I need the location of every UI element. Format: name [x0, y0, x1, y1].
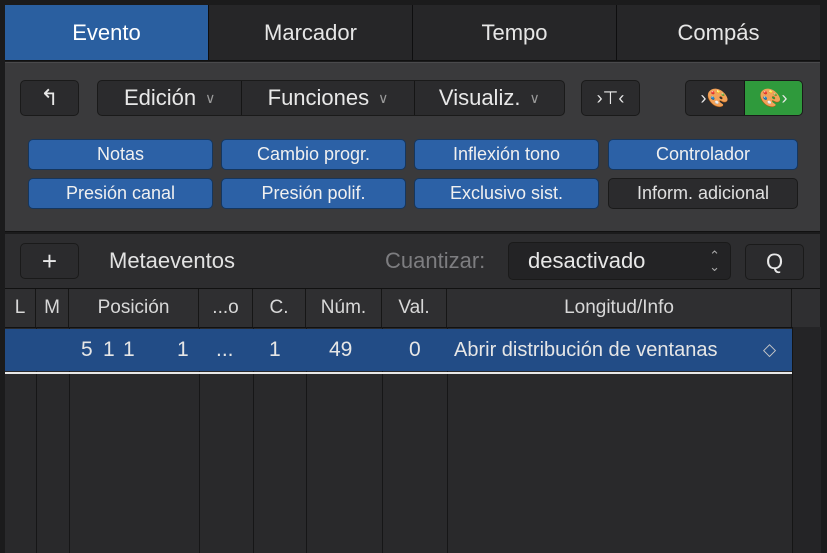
add-event-button[interactable]: + — [20, 243, 79, 279]
menu-funciones-label: Funciones — [267, 85, 370, 110]
filter-exclusivo-sist[interactable]: Exclusivo sist. — [414, 178, 599, 209]
column-header-numero[interactable]: Núm. — [306, 289, 382, 327]
palette-toggle-group: ›🎨 🎨› — [685, 80, 803, 116]
filter-presion-canal[interactable]: Presión canal — [28, 178, 213, 209]
vertical-scrollbar[interactable] — [792, 327, 821, 553]
column-header-posicion[interactable]: Posición — [69, 289, 199, 327]
quantize-label: Cuantizar: — [385, 248, 486, 273]
number-cell[interactable]: 49 — [329, 329, 352, 371]
plus-icon: + — [41, 245, 58, 276]
tab-evento[interactable]: Evento — [5, 5, 208, 60]
up-arrow-icon: ↰ — [40, 85, 59, 110]
tab-bar: Evento Marcador Tempo Compás — [5, 5, 820, 61]
palette-left-button[interactable]: ›🎨 — [686, 81, 744, 115]
column-header-o[interactable]: ...o — [199, 289, 253, 327]
q-button-label: Q — [765, 249, 784, 274]
info-select-icon[interactable]: ◇ — [763, 329, 776, 371]
chevron-down-icon: ∨ — [529, 89, 540, 106]
table-header: L M Posición ...o C. Núm. Val. Longitud/… — [5, 289, 820, 328]
filter-inflexion-tono[interactable]: Inflexión tono — [414, 139, 599, 170]
column-header-canal[interactable]: C. — [253, 289, 306, 327]
event-list-window: Evento Marcador Tempo Compás ↰ Edición ∨… — [0, 0, 827, 553]
quantize-value: desactivado — [528, 248, 646, 273]
menu-edicion-label: Edición — [123, 85, 197, 110]
filter-inform-adicional[interactable]: Inform. adicional — [608, 178, 798, 209]
menu-bar: Edición ∨ Funciones ∨ Visualiz. ∨ — [97, 80, 565, 116]
position-tick[interactable]: 1 — [177, 329, 189, 371]
tab-compas[interactable]: Compás — [616, 5, 820, 60]
meta-events-label: Metaeventos — [109, 248, 235, 273]
value-cell[interactable]: 0 — [409, 329, 421, 371]
filter-controlador[interactable]: Controlador — [608, 139, 798, 170]
position-division[interactable]: 1 — [123, 329, 135, 371]
quantize-q-button[interactable]: Q — [745, 244, 804, 280]
toolbar-panel: ↰ Edición ∨ Funciones ∨ Visualiz. ∨ ›⊤‹ … — [5, 62, 820, 232]
menu-edicion[interactable]: Edición ∨ — [98, 81, 241, 115]
menu-visualiz-label: Visualiz. — [438, 85, 521, 110]
hierarchy-up-button[interactable]: ↰ — [20, 80, 79, 116]
column-header-m[interactable]: M — [36, 289, 69, 327]
palette-icon: ›🎨 — [700, 87, 729, 108]
quantize-select[interactable]: desactivado ⌃ ⌄ — [508, 242, 731, 280]
palette-right-button[interactable]: 🎨› — [743, 81, 802, 115]
column-header-longitud-info[interactable]: Longitud/Info — [447, 289, 792, 327]
filter-presion-polif[interactable]: Presión polif. — [221, 178, 406, 209]
column-header-valor[interactable]: Val. — [382, 289, 447, 327]
filter-notas[interactable]: Notas — [28, 139, 213, 170]
tab-tempo[interactable]: Tempo — [412, 5, 616, 60]
tab-marcador[interactable]: Marcador — [208, 5, 412, 60]
menu-visualiz[interactable]: Visualiz. ∨ — [413, 81, 564, 115]
channel-cell[interactable]: 1 — [269, 329, 281, 371]
menu-funciones[interactable]: Funciones ∨ — [241, 81, 413, 115]
position-beat[interactable]: 1 — [103, 329, 115, 371]
column-header-l[interactable]: L — [5, 289, 36, 327]
midi-filter-button[interactable]: ›⊤‹ — [581, 80, 640, 116]
playhead-line — [5, 372, 792, 374]
chevron-down-icon: ∨ — [205, 89, 216, 106]
updown-chevron-icon: ⌃ ⌄ — [709, 248, 720, 274]
position-bar[interactable]: 5 — [81, 329, 93, 371]
meta-events-bar: + Metaeventos Cuantizar: desactivado ⌃ ⌄ … — [5, 234, 820, 289]
event-list-table: L M Posición ...o C. Núm. Val. Longitud/… — [5, 289, 821, 553]
status-ellipsis[interactable]: ... — [216, 329, 234, 371]
filter-cambio-progr[interactable]: Cambio progr. — [221, 139, 406, 170]
table-row[interactable]: 5 1 1 1 ... 1 49 0 Abrir distribución de… — [5, 329, 792, 371]
filter-icon: ›⊤‹ — [596, 87, 625, 108]
info-cell[interactable]: Abrir distribución de ventanas — [454, 329, 717, 371]
palette-icon: 🎨› — [759, 87, 788, 108]
chevron-down-icon: ∨ — [378, 89, 389, 106]
